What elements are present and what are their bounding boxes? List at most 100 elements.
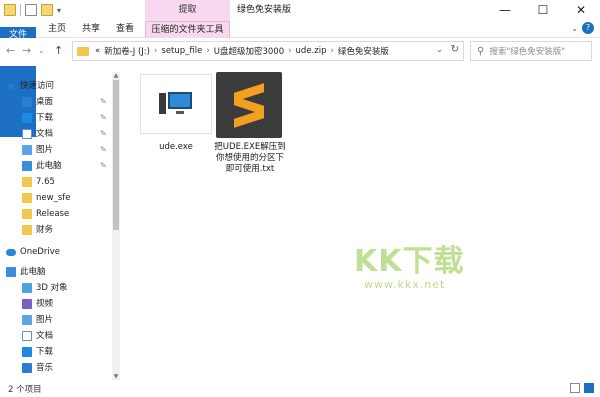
address-bar[interactable]: « 新加卷-J (J:) › setup_file › U盘超级加密3000 ›… — [72, 41, 464, 61]
file-name: 把UDE.EXE解压到你想使用的分区下即可使用.txt — [214, 142, 286, 174]
breadcrumb-separator[interactable]: › — [154, 46, 157, 56]
file-list: ude.exe 把UDE.EXE解压到你想使用的分区下即可使用.txt KK下载… — [124, 66, 600, 380]
sidebar-item-label: 财务 — [36, 225, 54, 235]
sidebar-item-3d-objects[interactable]: 3D 对象 — [0, 280, 112, 296]
pin-icon[interactable]: ✎ — [100, 110, 107, 126]
breadcrumb-separator[interactable]: › — [288, 46, 291, 56]
details-view-icon[interactable] — [570, 383, 580, 393]
breadcrumb-separator[interactable]: › — [330, 46, 333, 56]
properties-icon[interactable] — [25, 4, 37, 16]
window-title: 绿色免安装版 — [237, 5, 292, 15]
picture-icon — [22, 145, 32, 155]
watermark-url: www.kkx.net — [364, 278, 446, 291]
tab-share[interactable]: 共享 — [78, 21, 104, 38]
tab-compressed-folder-tools[interactable]: 压缩的文件夹工具 — [145, 21, 230, 38]
sidebar-item-label: 快速访问 — [20, 81, 55, 91]
file-item-ude-exe[interactable]: ude.exe — [138, 72, 214, 182]
sidebar-item-folder-release[interactable]: Release — [0, 206, 112, 222]
sidebar-item-folder-new-sfe[interactable]: new_sfe — [0, 190, 112, 206]
sidebar-item-label: 视频 — [36, 299, 54, 309]
close-button[interactable]: ✕ — [562, 0, 600, 21]
breadcrumb-ude-zip[interactable]: ude.zip — [296, 46, 327, 56]
pin-icon[interactable]: ✎ — [100, 142, 107, 158]
sidebar-item-label: 此电脑 — [20, 267, 46, 277]
sidebar-item-documents-pc[interactable]: 文档 — [0, 328, 112, 344]
quick-access-toolbar: ▾ — [4, 4, 61, 16]
sidebar-item-this-pc[interactable]: 此电脑 — [0, 264, 112, 280]
separator — [20, 4, 21, 16]
sidebar-item-downloads[interactable]: 下载 ✎ — [0, 110, 112, 126]
search-box[interactable]: ⚲ 搜索"绿色免安装版" — [470, 41, 592, 61]
refresh-icon[interactable]: ↻ — [451, 44, 459, 55]
sidebar-item-label: Release — [36, 209, 70, 219]
minimize-button[interactable]: — — [486, 0, 524, 21]
sublime-logo — [216, 72, 282, 138]
maximize-button[interactable]: ☐ — [524, 0, 562, 21]
computer-tower-shape — [159, 93, 166, 114]
sidebar-item-label: 3D 对象 — [36, 283, 68, 293]
new-folder-icon[interactable] — [41, 4, 53, 16]
back-arrow-icon[interactable]: ← — [6, 44, 15, 57]
forward-arrow-icon[interactable]: → — [22, 44, 31, 57]
breadcrumb-usb-encrypt[interactable]: U盘超级加密3000 — [214, 45, 284, 57]
customize-toolbar-icon[interactable]: ▾ — [57, 6, 61, 15]
sidebar-item-music[interactable]: 音乐 — [0, 360, 112, 376]
scroll-up-icon[interactable]: ▲ — [112, 72, 120, 79]
ribbon-tabs: 文件 主页 共享 查看 压缩的文件夹工具 ⌄ ? — [0, 21, 600, 137]
watermark-logo: KK下载 — [354, 244, 465, 279]
sidebar-item-label: 图片 — [36, 145, 54, 155]
sidebar-item-downloads-pc[interactable]: 下载 — [0, 344, 112, 360]
breadcrumb-separator[interactable]: › — [206, 46, 209, 56]
navigation-bar: ← → ⌄ ↑ « 新加卷-J (J:) › setup_file › U盘超级… — [0, 38, 600, 66]
desktop-icon — [22, 97, 32, 107]
cloud-icon — [6, 249, 16, 256]
sublime-text-icon — [212, 72, 288, 138]
sidebar-item-this-pc-pinned[interactable]: 此电脑 ✎ — [0, 158, 112, 174]
document-icon — [22, 129, 32, 139]
sidebar-item-documents[interactable]: 文档 ✎ — [0, 126, 112, 142]
sidebar-item-pictures[interactable]: 图片 ✎ — [0, 142, 112, 158]
expand-ribbon-icon[interactable]: ⌄ — [571, 24, 578, 33]
address-dropdown-icon[interactable]: ⌄ — [436, 45, 443, 54]
large-icons-view-icon[interactable] — [584, 383, 594, 393]
breadcrumb-overflow[interactable]: « — [95, 46, 100, 56]
tab-view[interactable]: 查看 — [112, 21, 138, 38]
sidebar-item-label: 下载 — [36, 113, 54, 123]
logo-stripe — [234, 109, 264, 128]
sidebar-item-folder-765[interactable]: 7.65 — [0, 174, 112, 190]
search-placeholder: 搜索"绿色免安装版" — [489, 47, 566, 57]
sidebar-item-videos[interactable]: 视频 — [0, 296, 112, 312]
breadcrumb-setup-file[interactable]: setup_file — [161, 46, 202, 56]
up-arrow-icon[interactable]: ↑ — [54, 44, 63, 57]
help-icon[interactable]: ? — [582, 22, 594, 34]
folder-icon — [22, 209, 32, 219]
pin-icon[interactable]: ✎ — [100, 94, 107, 110]
folder-icon — [22, 225, 32, 235]
search-icon: ⚲ — [477, 45, 485, 57]
pin-icon[interactable]: ✎ — [100, 158, 107, 174]
folder-icon — [77, 46, 89, 56]
sidebar-item-pictures-pc[interactable]: 图片 — [0, 312, 112, 328]
pin-icon[interactable]: ✎ — [100, 126, 107, 142]
sidebar-scrollbar[interactable]: ▲ ▼ — [112, 72, 120, 380]
recent-locations-icon[interactable]: ⌄ — [38, 46, 45, 55]
scroll-down-icon[interactable]: ▼ — [112, 373, 120, 380]
scrollbar-thumb[interactable] — [113, 80, 119, 230]
extract-context-label[interactable]: 提取 — [145, 0, 230, 21]
title-bar: ▾ 提取 绿色免安装版 — ☐ ✕ — [0, 0, 600, 21]
sidebar-item-folder-finance[interactable]: 财务 — [0, 222, 112, 238]
breadcrumb-drive[interactable]: 新加卷-J (J:) — [104, 45, 150, 57]
sidebar-item-quick-access[interactable]: 快速访问 — [0, 78, 112, 94]
sidebar-item-desktop[interactable]: 桌面 ✎ — [0, 94, 112, 110]
monitor-shape — [168, 92, 192, 109]
file-item-readme-txt[interactable]: 把UDE.EXE解压到你想使用的分区下即可使用.txt — [212, 72, 288, 182]
tab-home[interactable]: 主页 — [44, 21, 70, 38]
sidebar-item-onedrive[interactable]: OneDrive — [0, 244, 112, 260]
file-name: ude.exe — [159, 142, 193, 152]
exe-icon — [138, 72, 214, 136]
music-icon — [22, 363, 32, 373]
breadcrumb-current[interactable]: 绿色免安装版 — [338, 45, 389, 57]
sidebar-item-label: 文档 — [36, 129, 54, 139]
folder-icon — [4, 4, 16, 16]
picture-icon — [22, 315, 32, 325]
